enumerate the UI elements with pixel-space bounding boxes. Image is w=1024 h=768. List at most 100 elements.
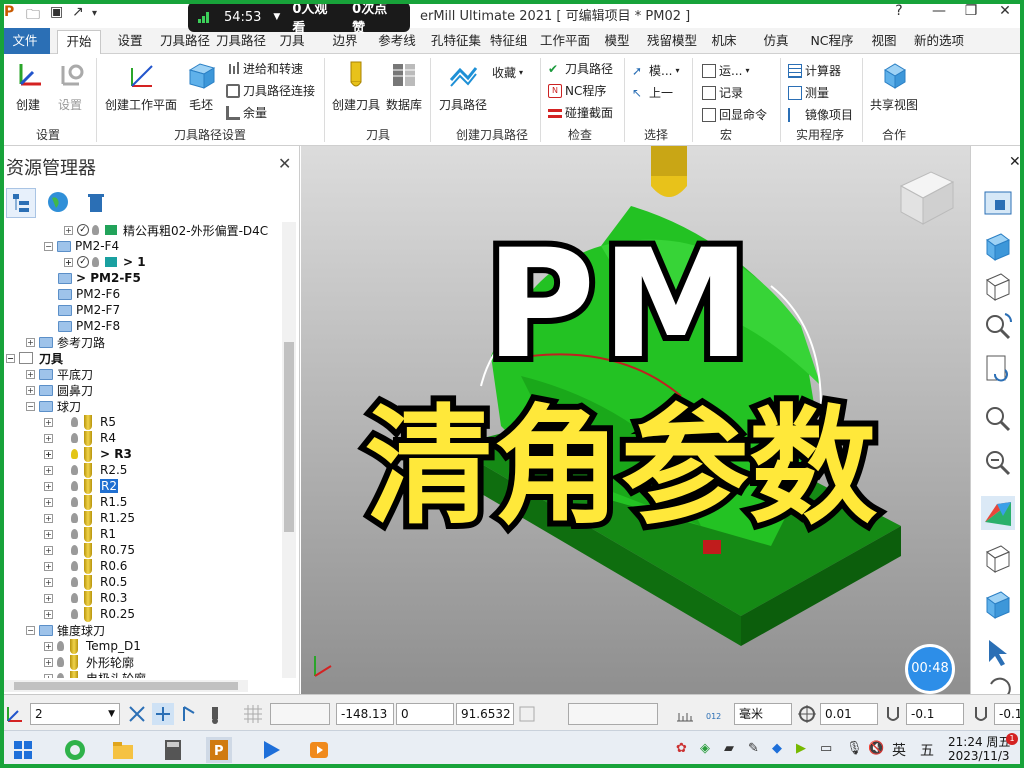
visibility-bulb-icon[interactable] xyxy=(71,561,78,571)
browser-icon[interactable] xyxy=(62,737,88,763)
file-explorer-icon[interactable] xyxy=(110,737,136,763)
pick-point-icon[interactable] xyxy=(178,703,200,725)
tree-item[interactable]: + 电极头轮廓 xyxy=(44,670,146,678)
expand-icon[interactable]: + xyxy=(44,433,53,443)
thickness-icon[interactable] xyxy=(882,703,904,725)
tree-item[interactable]: PM2-F6 xyxy=(58,286,120,302)
expand-icon[interactable]: + xyxy=(44,641,53,651)
axial-thickness-icon[interactable] xyxy=(970,703,992,725)
select-up-button[interactable]: ↖ 上一 xyxy=(632,84,673,101)
close-icon[interactable]: ✕ xyxy=(278,154,291,173)
collision-section-button[interactable]: 碰撞截面 xyxy=(548,104,613,121)
settings-button[interactable]: 设置 xyxy=(52,60,88,113)
visibility-bulb-icon[interactable] xyxy=(57,641,64,651)
tray-app-icon[interactable]: ▰ xyxy=(724,741,734,756)
maximize-button[interactable]: ❐ xyxy=(956,3,986,23)
save-icon[interactable]: ▣ xyxy=(50,4,63,20)
iso-view-icon[interactable] xyxy=(981,186,1015,220)
expand-icon[interactable]: + xyxy=(44,609,53,619)
visibility-bulb-icon[interactable] xyxy=(71,593,78,603)
minimize-button[interactable]: — xyxy=(924,3,954,23)
shaded-view-icon[interactable] xyxy=(981,496,1015,530)
windows-start-icon[interactable] xyxy=(10,737,36,763)
media-app-icon[interactable] xyxy=(306,737,332,763)
tree-item[interactable]: + R1 xyxy=(44,526,116,542)
create-workplane-button[interactable]: 创建工作平面 xyxy=(102,60,180,113)
visibility-bulb-icon[interactable] xyxy=(92,257,99,267)
trash-icon[interactable] xyxy=(82,188,112,218)
toolpath-button[interactable]: 刀具路径 xyxy=(436,60,490,113)
macro-run-button[interactable]: 运... ▾ xyxy=(702,62,749,79)
collapse-icon[interactable]: − xyxy=(26,625,35,635)
tray-network-icon[interactable]: ▭ xyxy=(820,741,832,756)
tree-item[interactable]: + 平底刀 xyxy=(26,366,93,382)
visibility-bulb-icon[interactable] xyxy=(71,513,78,523)
tree-item[interactable]: + R0.25 xyxy=(44,606,135,622)
allowance-button[interactable]: 余量 xyxy=(226,104,267,121)
tree-item[interactable]: PM2-F8 xyxy=(58,318,120,334)
expand-icon[interactable]: + xyxy=(44,657,53,667)
graphics-viewport[interactable]: PM 清角参数 00:48 xyxy=(301,146,970,694)
level-select[interactable]: 2 ▼ xyxy=(30,703,120,725)
expand-icon[interactable]: + xyxy=(44,481,53,491)
x-coordinate-field[interactable]: -148.13 xyxy=(336,703,394,725)
feed-speed-button[interactable]: 进给和转速 xyxy=(226,60,303,77)
tree-item[interactable]: + ✓ > 1 xyxy=(64,254,146,270)
toolpath-connect-button[interactable]: 刀具路径连接 xyxy=(226,82,315,99)
cube-view-icon[interactable] xyxy=(981,230,1015,264)
ruler-icon[interactable] xyxy=(674,703,696,725)
notification-badge[interactable]: 1 xyxy=(1006,733,1018,745)
help-button[interactable]: ? xyxy=(884,3,914,23)
tray-shield-icon[interactable]: ◈ xyxy=(700,741,710,756)
page-refresh-icon[interactable] xyxy=(981,352,1015,386)
expand-icon[interactable]: + xyxy=(64,257,73,267)
tab-model[interactable]: 模型 xyxy=(598,30,636,54)
quick-access-dropdown-icon[interactable]: ▾ xyxy=(92,8,97,19)
tab-setup[interactable]: 设置 xyxy=(110,30,150,54)
expand-icon[interactable]: + xyxy=(44,449,53,459)
visibility-bulb-icon[interactable] xyxy=(71,449,78,459)
check-nc-button[interactable]: N NC程序 xyxy=(548,82,606,99)
zoom-out-icon[interactable] xyxy=(981,446,1015,480)
calculator-app-icon[interactable] xyxy=(160,737,186,763)
tray-nvidia-icon[interactable]: ▶ xyxy=(796,741,806,756)
visibility-bulb-icon[interactable] xyxy=(71,433,78,443)
expand-icon[interactable]: + xyxy=(44,529,53,539)
snap-axis-icon[interactable] xyxy=(126,703,148,725)
zoom-refresh-icon[interactable] xyxy=(981,310,1015,344)
measure-button[interactable]: 测量 xyxy=(788,84,829,101)
expand-icon[interactable]: + xyxy=(26,385,35,395)
tree-item[interactable]: − PM2-F4 xyxy=(44,238,119,254)
close-icon[interactable]: ✕ xyxy=(1009,154,1021,170)
probe-icon[interactable] xyxy=(204,703,226,725)
visibility-bulb-icon[interactable] xyxy=(71,481,78,491)
create-button[interactable]: 创建 xyxy=(10,60,46,113)
tab-toolpath-a[interactable]: 刀具路径 xyxy=(156,30,214,54)
zoom-fit-icon[interactable] xyxy=(981,402,1015,436)
tree-item[interactable]: + R4 xyxy=(44,430,116,446)
expand-icon[interactable]: + xyxy=(26,337,35,347)
expand-icon[interactable]: + xyxy=(44,513,53,523)
tray-flower-icon[interactable]: ✿ xyxy=(676,741,687,756)
select-arrow-icon[interactable] xyxy=(981,636,1015,670)
wireframe-view-icon[interactable] xyxy=(981,542,1015,576)
tab-new-options[interactable]: 新的选项 xyxy=(910,30,966,54)
expand-icon[interactable]: + xyxy=(26,369,35,379)
visibility-bulb-icon[interactable] xyxy=(71,417,78,427)
tray-app2-icon[interactable]: ◆ xyxy=(772,741,782,756)
tree-item[interactable]: + R1.5 xyxy=(44,494,127,510)
powermill-app-icon[interactable]: P xyxy=(206,737,232,763)
scrollbar-thumb[interactable] xyxy=(284,342,294,532)
app-shortcut-icon[interactable] xyxy=(258,737,284,763)
thickness-field[interactable]: -0.1 xyxy=(906,703,964,725)
tree-item[interactable]: + R2.5 xyxy=(44,462,127,478)
workplane-axis-icon[interactable] xyxy=(4,703,26,725)
block-button[interactable]: 毛坯 xyxy=(184,60,218,113)
collapse-icon[interactable]: − xyxy=(44,241,53,251)
expand-icon[interactable]: + xyxy=(44,673,53,678)
visibility-bulb-icon[interactable] xyxy=(57,657,64,667)
mirror-button[interactable]: 镜像项目 xyxy=(788,106,853,123)
visibility-bulb-icon[interactable] xyxy=(92,225,99,235)
wire-cube-icon[interactable] xyxy=(981,270,1015,304)
tree-item[interactable]: + R0.5 xyxy=(44,574,127,590)
